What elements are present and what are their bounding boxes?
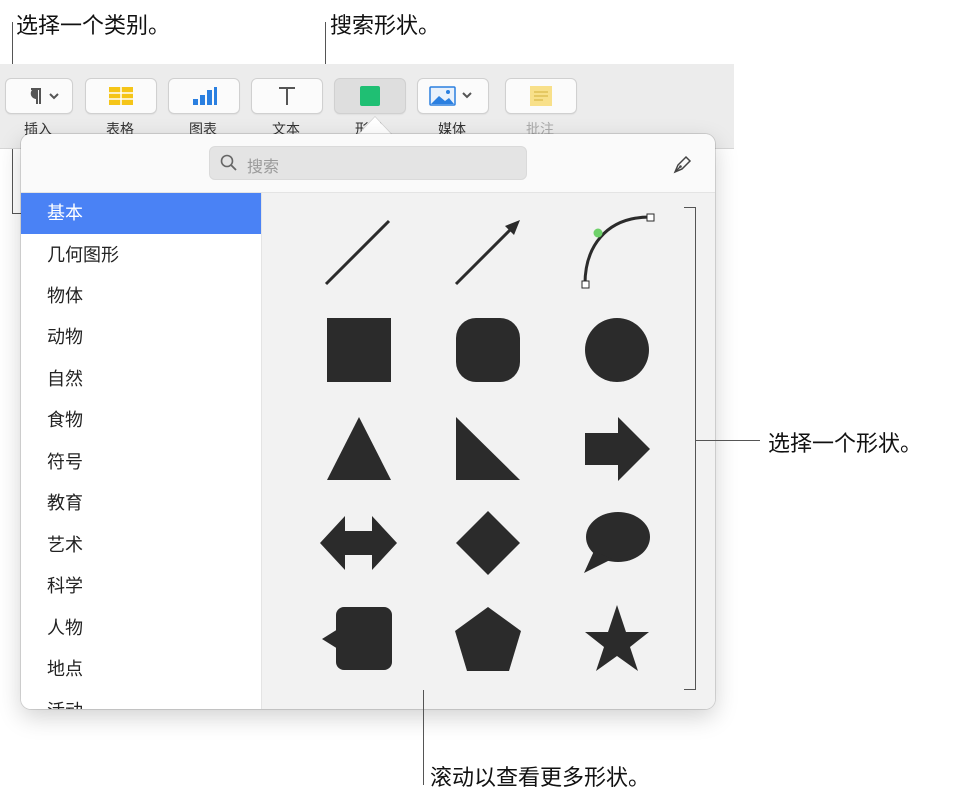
line-shape[interactable] [324,219,391,286]
curve-shape[interactable] [581,213,655,289]
shape-icon [360,86,380,106]
bracket-vertical [695,207,696,690]
callout-search-shapes: 搜索形状。 [330,14,441,39]
category-item[interactable]: 动物 [21,317,261,358]
circle-shape[interactable] [585,318,649,382]
callout-choose-shape: 选择一个形状。 [768,432,923,457]
rounded-square-shape[interactable] [456,318,520,382]
category-item[interactable]: 人物 [21,608,261,649]
square-shape[interactable] [327,318,391,382]
shape-grid-canvas [320,213,655,671]
category-item[interactable]: 食物 [21,400,261,441]
category-item[interactable]: 活动 [21,691,261,709]
callout-choose-category: 选择一个类别。 [16,14,171,39]
table-button[interactable] [85,78,157,114]
bracket-bottom [684,689,696,690]
category-item[interactable]: 几何图形 [21,235,261,276]
media-icon [429,86,472,106]
bracket-connector [696,440,760,441]
category-list[interactable]: 基本 几何图形 物体 动物 自然 食物 符号 教育 艺术 科学 人物 地点 活动 [21,193,262,709]
search-input[interactable]: 搜索 [209,146,527,180]
triangle-shape[interactable] [327,417,391,480]
paragraph-icon [30,88,59,104]
right-triangle-shape[interactable] [456,417,520,480]
diamond-shape[interactable] [456,511,520,575]
category-item[interactable]: 地点 [21,649,261,690]
category-item[interactable]: 符号 [21,442,261,483]
callout-square-shape[interactable] [322,607,392,670]
media-button[interactable] [417,78,489,114]
shape-button[interactable] [334,78,406,114]
search-icon [220,154,237,171]
text-button[interactable] [251,78,323,114]
search-row: 搜索 [21,134,715,193]
category-item[interactable]: 教育 [21,483,261,524]
callout-line-scroll [423,690,424,785]
category-item[interactable]: 自然 [21,359,261,400]
shape-grid[interactable] [262,193,715,709]
pen-icon[interactable] [671,152,695,176]
callout-scroll-more: 滚动以查看更多形状。 [430,766,651,791]
chart-icon [193,87,217,105]
insert-button[interactable] [5,78,73,114]
arrow-line-shape[interactable] [454,220,520,286]
category-item[interactable]: 艺术 [21,525,261,566]
search-placeholder: 搜索 [247,157,280,176]
star-shape[interactable] [585,605,649,671]
table-icon [109,87,133,105]
arrow-shape[interactable] [585,417,650,481]
category-item[interactable]: 科学 [21,566,261,607]
pentagon-shape[interactable] [455,607,521,671]
text-icon [279,87,295,105]
shapes-popover: 搜索 基本 几何图形 物体 动物 自然 食物 符号 教育 艺术 科学 人物 地点… [21,134,715,709]
category-item[interactable]: 物体 [21,276,261,317]
comment-button[interactable] [505,78,577,114]
speech-bubble-shape[interactable] [584,512,650,573]
popover-arrow [358,117,392,135]
comment-icon [530,86,552,106]
chart-button[interactable] [168,78,240,114]
double-arrow-shape[interactable] [320,516,397,570]
category-item[interactable]: 基本 [21,193,261,234]
